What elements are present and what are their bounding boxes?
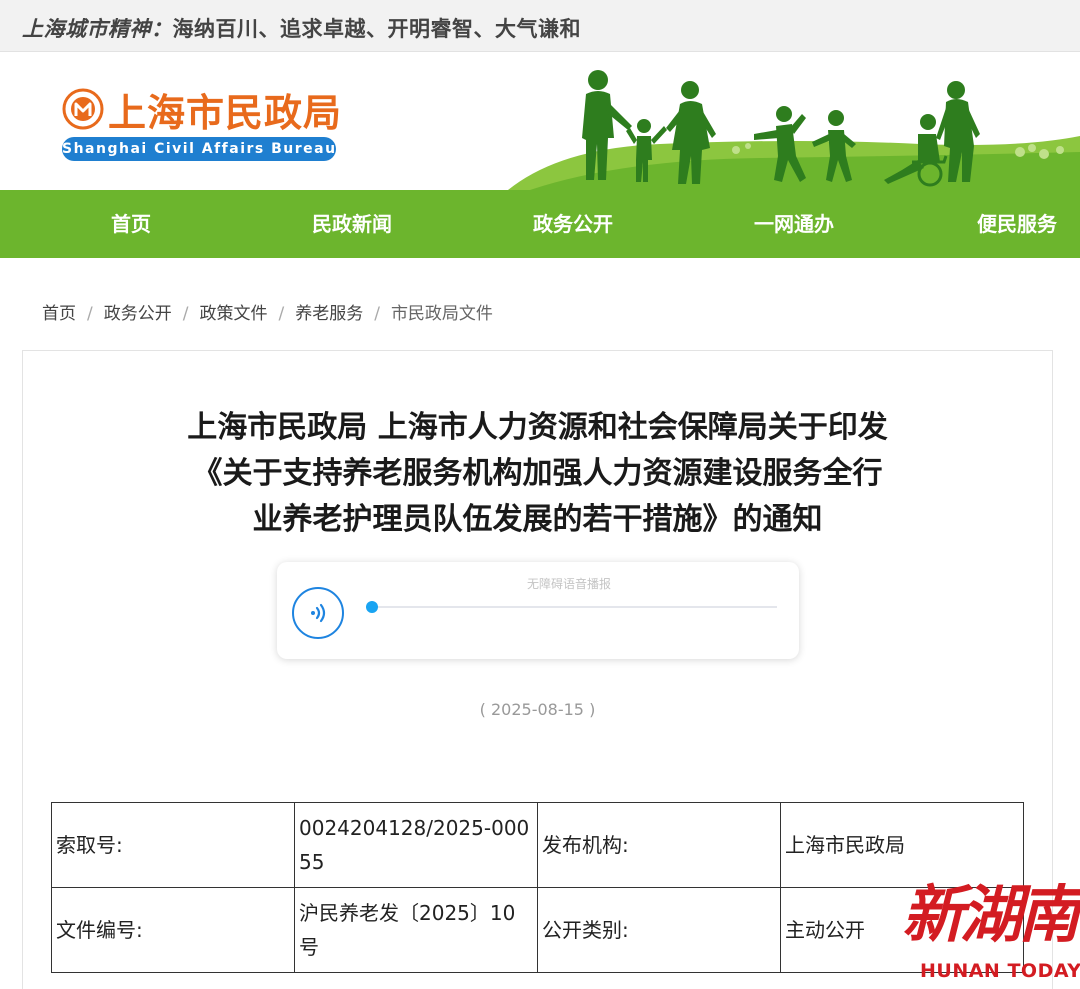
site-header: 上海市民政局 Shanghai Civil Affairs Bureau: [0, 52, 1080, 190]
city-spirit-text: 海纳百川、追求卓越、开明睿智、大气谦和: [172, 17, 581, 41]
breadcrumb-separator: /: [87, 304, 93, 324]
audio-progress-track[interactable]: [372, 606, 777, 608]
article-title-line: 业养老护理员队伍发展的若干措施》的通知: [252, 502, 823, 537]
breadcrumb-government-affairs[interactable]: 政务公开: [104, 299, 172, 324]
watermark-subtitle: HUNAN TODAY: [920, 960, 1080, 982]
breadcrumb-elderly-services[interactable]: 养老服务: [295, 299, 363, 324]
site-logo-subtitle: Shanghai Civil Affairs Bureau: [62, 137, 336, 161]
article-title-line: 《关于支持养老服务机构加强人力资源建设服务全行: [192, 456, 883, 491]
meta-value-index-number: 0024204128/2025-00055: [294, 802, 538, 888]
meta-label-disclosure-type: 公开类别:: [537, 887, 781, 973]
sound-wave-icon: [311, 603, 326, 623]
meta-value-document-number: 沪民养老发〔2025〕10号: [294, 887, 538, 973]
breadcrumb: 首页 / 政务公开 / 政策文件 / 养老服务 / 市民政局文件: [42, 299, 493, 324]
breadcrumb-separator: /: [374, 304, 380, 324]
family-silhouette-banner: [508, 70, 1080, 190]
bureau-emblem-icon[interactable]: [62, 88, 104, 130]
breadcrumb-separator: /: [182, 304, 189, 324]
top-bar: 上海城市精神：海纳百川、追求卓越、开明睿智、大气谦和: [0, 0, 1080, 52]
table-row: 索取号: 0024204128/2025-00055 发布机构: 上海市民政局: [51, 802, 1024, 888]
audio-player-label: 无障碍语音播报: [526, 577, 611, 591]
breadcrumb-separator: /: [278, 304, 285, 324]
publish-date: ( 2025-08-15 ): [479, 700, 596, 719]
city-spirit-label: 上海城市精神：: [22, 16, 173, 41]
audio-player: 无障碍语音播报: [277, 562, 799, 659]
meta-label-index-number: 索取号:: [51, 802, 295, 888]
article-title-line: 上海市民政局 上海市人力资源和社会保障局关于印发: [187, 410, 888, 445]
main-nav: 首页 民政新闻 政务公开 一网通办 便民服务: [0, 190, 1080, 258]
site-logo-title[interactable]: 上海市民政局: [108, 82, 342, 137]
breadcrumb-policy-documents[interactable]: 政策文件: [199, 299, 267, 324]
audio-progress-thumb[interactable]: [366, 601, 378, 613]
city-spirit-slogan: 上海城市精神：海纳百川、追求卓越、开明睿智、大气谦和: [22, 13, 581, 43]
meta-label-document-number: 文件编号:: [51, 887, 295, 973]
nav-item-online-services[interactable]: 一网通办: [754, 190, 834, 258]
nav-item-public-services[interactable]: 便民服务: [977, 190, 1057, 258]
watermark-title: 新湖南: [902, 878, 1080, 951]
meta-value-issuer: 上海市民政局: [780, 802, 1024, 888]
breadcrumb-bureau-documents[interactable]: 市民政局文件: [391, 299, 493, 324]
article-title: 上海市民政局 上海市人力资源和社会保障局关于印发 《关于支持养老服务机构加强人力…: [0, 405, 1075, 543]
table-row: 文件编号: 沪民养老发〔2025〕10号 公开类别: 主动公开: [51, 887, 1024, 973]
nav-item-government-affairs[interactable]: 政务公开: [533, 190, 613, 258]
play-audio-button[interactable]: [292, 587, 344, 639]
breadcrumb-home[interactable]: 首页: [42, 299, 76, 324]
meta-label-issuer: 发布机构:: [537, 802, 781, 888]
nav-item-home[interactable]: 首页: [111, 190, 151, 258]
nav-item-news[interactable]: 民政新闻: [312, 190, 392, 258]
document-meta-table: 索取号: 0024204128/2025-00055 发布机构: 上海市民政局 …: [51, 802, 1024, 973]
hunan-today-watermark: 新湖南 HUNAN TODAY: [902, 876, 1080, 989]
